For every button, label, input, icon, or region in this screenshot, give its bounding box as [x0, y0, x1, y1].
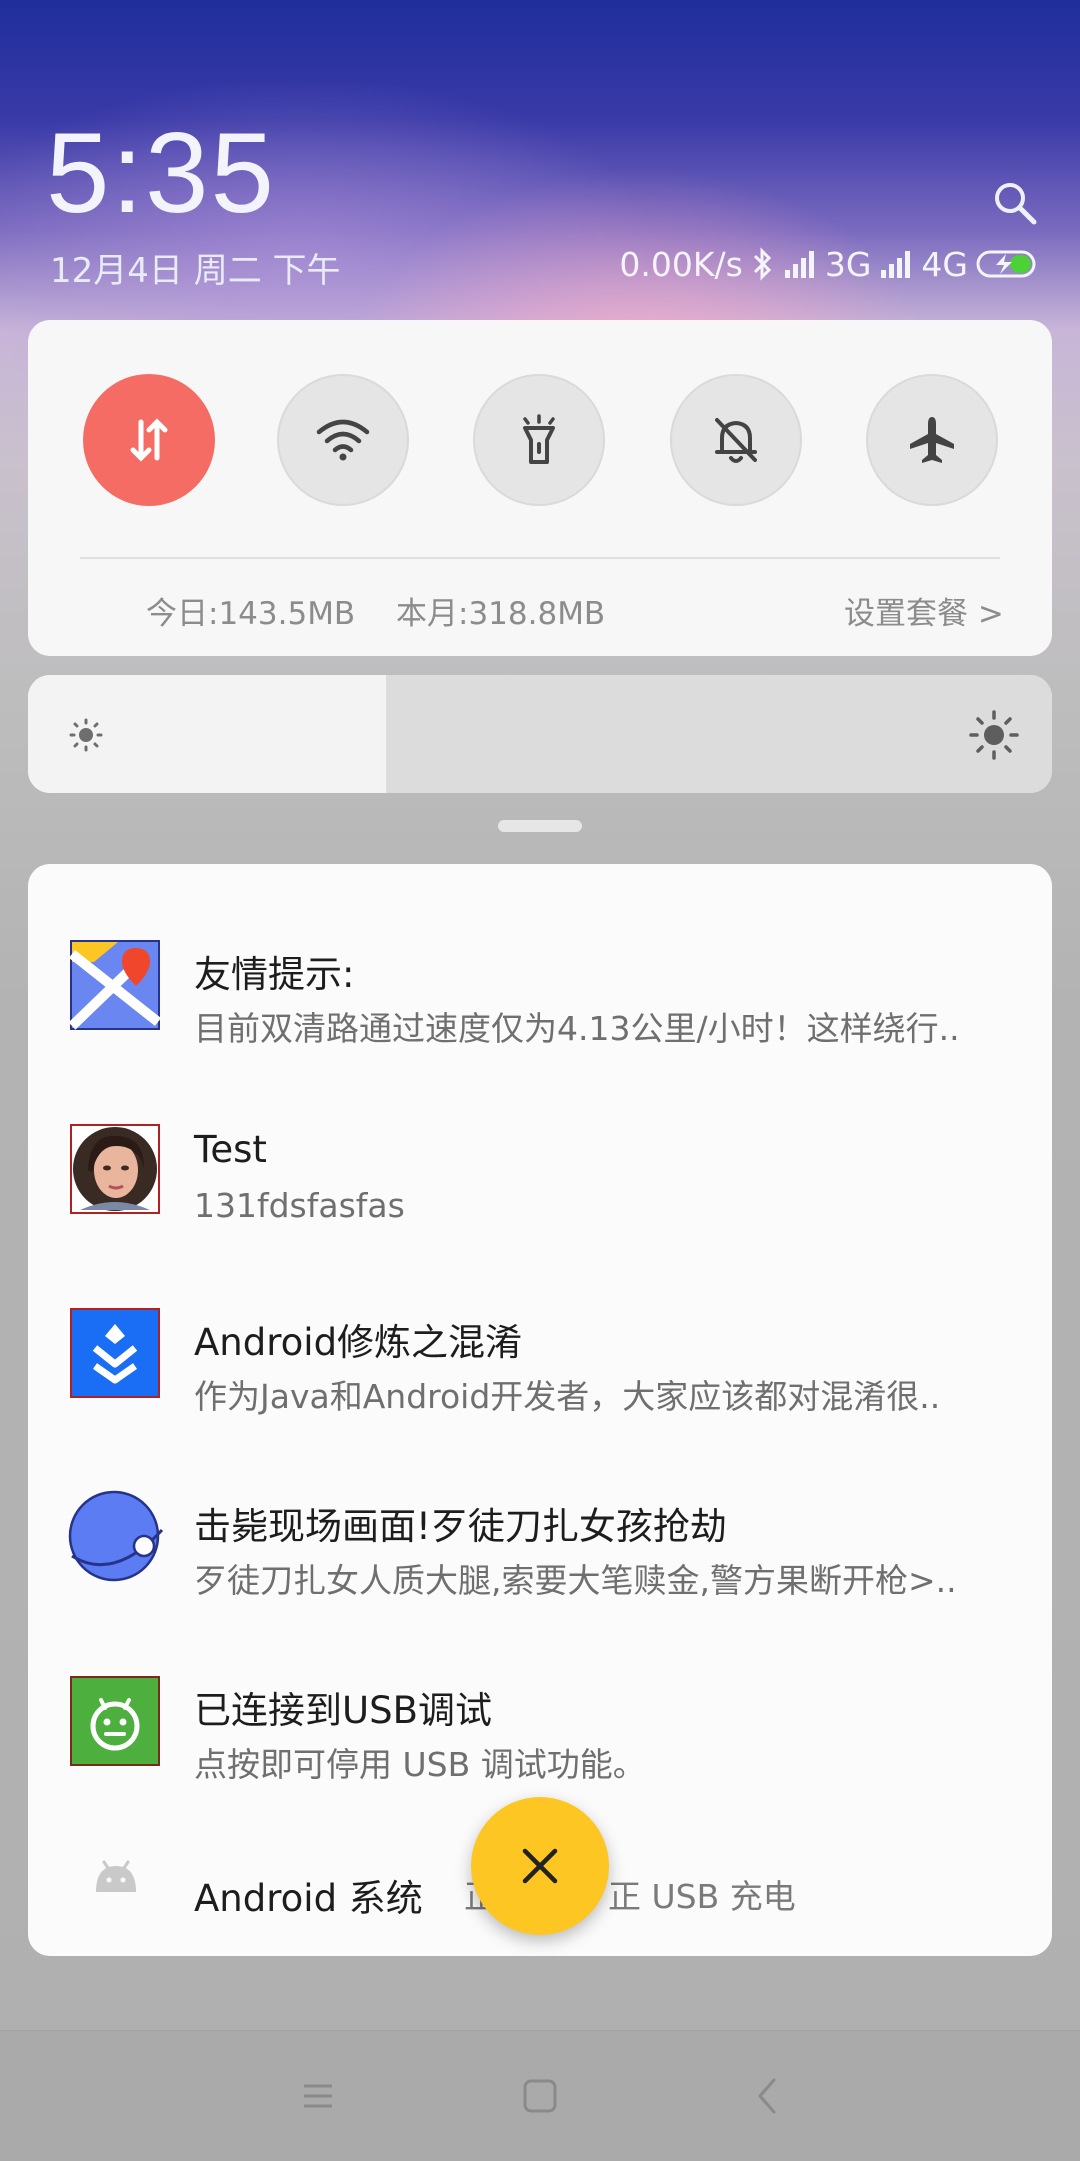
sim2-type: 4G	[921, 244, 968, 284]
notification-text: 点按即可停用 USB 调试功能。	[194, 1745, 646, 1784]
network-speed: 0.00K/s	[619, 244, 743, 284]
brightness-slider[interactable]	[28, 675, 1052, 793]
notification-title: 击毙现场画面!歹徒刀扎女孩抢劫	[194, 1505, 727, 1548]
notification-item[interactable]: Test 131fdsfasfas	[28, 1098, 1052, 1282]
today-usage: 今日:143.5MB	[146, 596, 356, 632]
brightness-high-icon	[969, 710, 1019, 760]
airplane-icon	[910, 417, 954, 463]
close-icon	[522, 1848, 558, 1884]
android-robot-icon	[96, 1860, 136, 1892]
flashlight-toggle[interactable]	[473, 374, 605, 506]
status-bar-right: 0.00K/s 3G 4G	[619, 244, 1040, 284]
notification-text: 目前双清路通过速度仅为4.13公里/小时！这样绕行..	[194, 1009, 960, 1048]
notification-title: 已连接到USB调试	[194, 1689, 492, 1732]
quick-settings-divider	[80, 557, 1000, 559]
notification-text: 131fdsfasfas	[194, 1186, 405, 1225]
notification-item[interactable]: 击毙现场画面!歹徒刀扎女孩抢劫 歹徒刀扎女人质大腿,索要大笔赎金,警方果断开枪>…	[28, 1466, 1052, 1650]
bluetooth-icon	[753, 247, 771, 281]
mobile-data-toggle[interactable]	[83, 374, 215, 506]
wifi-icon	[316, 419, 370, 461]
month-usage: 本月:318.8MB	[396, 596, 606, 632]
sim1-type: 3G	[824, 244, 872, 284]
signal-icon	[881, 251, 911, 278]
bell-off-icon	[715, 418, 757, 463]
notification-title: Test	[194, 1128, 267, 1171]
back-icon[interactable]	[748, 2076, 788, 2116]
system-app-name: Android 系统	[194, 1877, 423, 1920]
drag-handle[interactable]	[498, 820, 582, 832]
notification-item[interactable]: 友情提示: 目前双清路通过速度仅为4.13公里/小时！这样绕行..	[28, 914, 1052, 1098]
notification-title: 友情提示:	[194, 953, 355, 996]
wifi-toggle[interactable]	[277, 374, 409, 506]
map-app-icon	[70, 940, 160, 1030]
data-transfer-icon	[130, 418, 168, 462]
battery-charging-icon	[976, 250, 1036, 278]
home-icon[interactable]	[520, 2076, 560, 2116]
brightness-low-icon	[69, 718, 103, 752]
notification-text: 作为Java和Android开发者，大家应该都对混淆很..	[194, 1377, 941, 1416]
date[interactable]: 12月4日 周二 下午	[50, 243, 341, 292]
brightness-track	[386, 675, 1052, 793]
set-plan-link[interactable]: 设置套餐 >	[844, 588, 1004, 633]
notification-title: Android修炼之混淆	[194, 1321, 523, 1364]
notification-text: 歹徒刀扎女人质大腿,索要大笔赎金,警方果断开枪>..	[194, 1561, 957, 1600]
notification-item[interactable]: Android修炼之混淆 作为Java和Android开发者，大家应该都对混淆很…	[28, 1282, 1052, 1466]
search-icon[interactable]	[990, 178, 1040, 228]
android-green-icon	[70, 1676, 160, 1766]
avatar	[70, 1124, 160, 1214]
notification-list: 友情提示: 目前双清路通过速度仅为4.13公里/小时！这样绕行.. Test 1…	[28, 864, 1052, 1956]
blue-app-icon	[70, 1308, 160, 1398]
browser-planet-icon	[68, 1490, 164, 1582]
signal-icon	[784, 251, 814, 278]
clock[interactable]: 5:35	[46, 108, 276, 239]
flashlight-icon	[523, 414, 555, 464]
menu-icon[interactable]	[298, 2076, 338, 2116]
airplane-toggle[interactable]	[866, 374, 998, 506]
navigation-bar	[0, 2030, 1080, 2161]
clear-all-button[interactable]	[471, 1797, 609, 1935]
silent-toggle[interactable]	[670, 374, 802, 506]
system-text: 正 USB 充电	[608, 1877, 796, 1916]
